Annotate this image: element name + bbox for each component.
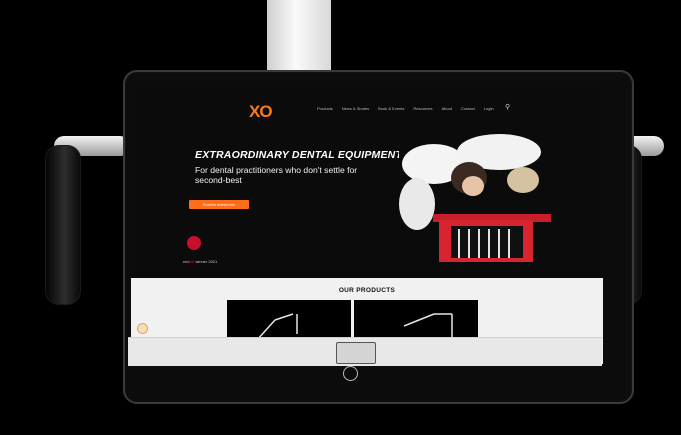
keyboard-icon[interactable] xyxy=(336,342,376,364)
nav-item-events[interactable]: Book & Events xyxy=(378,106,404,111)
red-dot-award-icon xyxy=(187,236,201,250)
hero-image xyxy=(399,134,559,269)
hero-headline: EXTRAORDINARY DENTAL EQUIPMENT xyxy=(195,149,403,161)
search-icon[interactable]: ⚲ xyxy=(505,103,510,111)
award-suffix: winner 2021 xyxy=(194,259,218,264)
nav-item-products[interactable]: Products xyxy=(317,106,333,111)
top-navigation: XO Products News & Stories Book & Events… xyxy=(131,84,603,134)
nav-item-resources[interactable]: Resources xyxy=(413,106,432,111)
onscreen-keyboard-bar xyxy=(128,337,602,366)
nav-menu: Products News & Stories Book & Events Re… xyxy=(317,106,494,111)
nav-item-about[interactable]: About xyxy=(442,106,452,111)
website-screen: XO Products News & Stories Book & Events… xyxy=(131,84,603,364)
home-button-icon[interactable] xyxy=(343,366,358,381)
chat-icon[interactable] xyxy=(137,323,148,334)
nav-item-login[interactable]: Login xyxy=(484,106,494,111)
mount-pole xyxy=(267,0,331,74)
hero-subtitle: For dental practitioners who don't settl… xyxy=(195,165,358,185)
nav-item-contact[interactable]: Contact xyxy=(461,106,475,111)
brand-logo[interactable]: XO xyxy=(249,102,273,122)
cta-button[interactable]: Read the reviews here xyxy=(189,200,249,209)
products-title: OUR PRODUCTS xyxy=(338,287,396,294)
nav-item-news[interactable]: News & Stories xyxy=(342,106,369,111)
award-caption: reddot winner 2021 xyxy=(183,259,217,264)
left-handle xyxy=(45,145,81,305)
